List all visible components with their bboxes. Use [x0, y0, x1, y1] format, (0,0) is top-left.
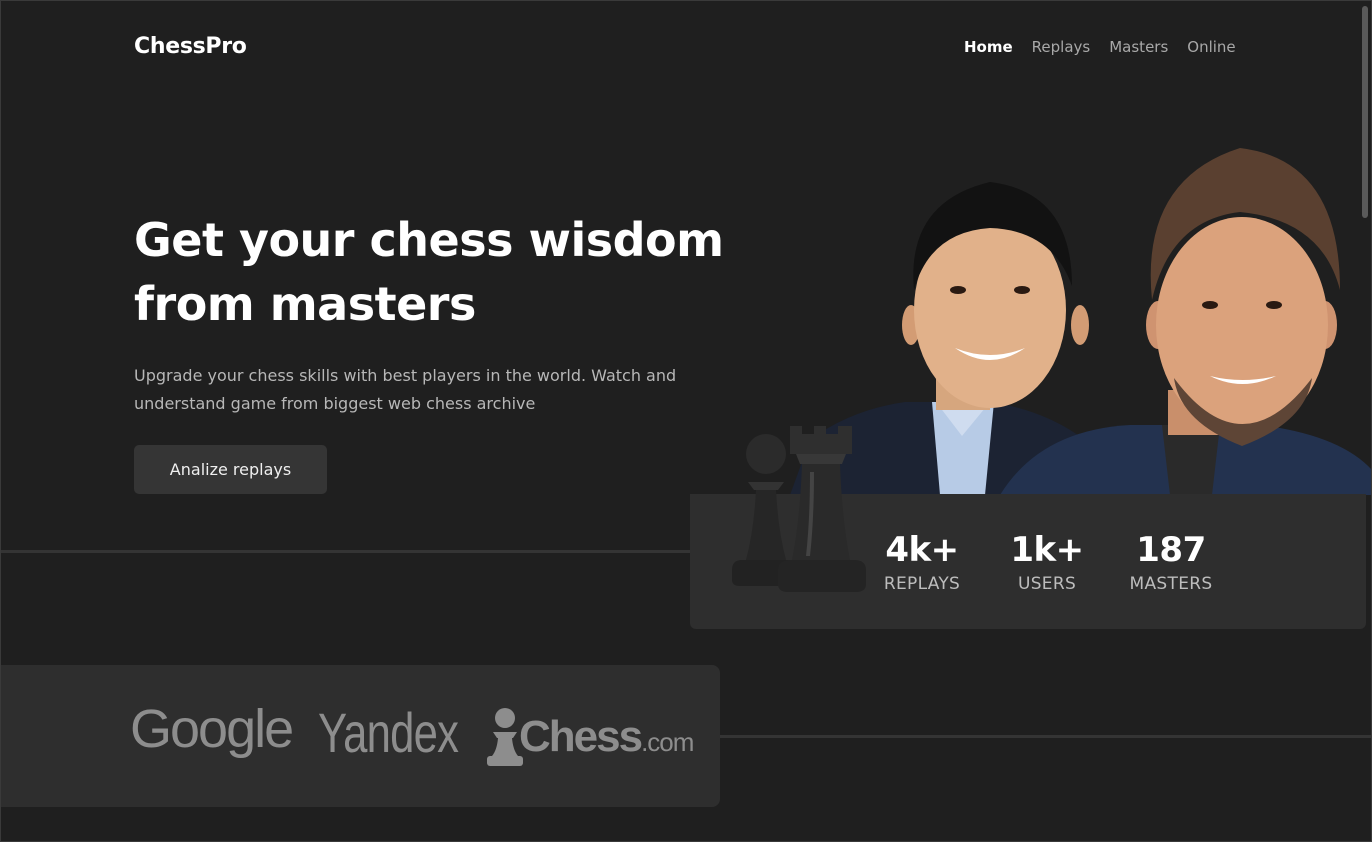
- stat-value: 1k+: [1010, 530, 1084, 570]
- main-nav: Home Replays Masters Online: [964, 38, 1236, 56]
- scrollbar[interactable]: [1362, 6, 1368, 218]
- stat-label: USERS: [1017, 574, 1077, 594]
- hero-title: Get your chess wisdom from masters: [134, 213, 724, 331]
- stat-masters: 187 MASTERS: [1116, 532, 1226, 594]
- chess-com-logo: Chess.com: [485, 706, 705, 768]
- stat-label: REPLAYS: [883, 574, 961, 594]
- divider-line: [0, 550, 700, 553]
- stat-users: 1k+ USERS: [992, 532, 1102, 594]
- chess-pieces-image: [732, 426, 866, 592]
- nav-online[interactable]: Online: [1187, 38, 1235, 56]
- google-logo: Google: [130, 699, 294, 759]
- yandex-logo: Yandex: [318, 701, 459, 764]
- chess-com-suffix: .com: [641, 727, 694, 757]
- nav-masters[interactable]: Masters: [1109, 38, 1168, 56]
- stat-replays: 4k+ REPLAYS: [867, 532, 977, 594]
- hero-subtitle: Upgrade your chess skills with best play…: [134, 366, 677, 413]
- stat-label: MASTERS: [1129, 574, 1213, 594]
- brand-logo[interactable]: ChessPro: [134, 34, 247, 59]
- chess-com-text: Chess: [519, 712, 643, 761]
- stat-value: 4k+: [885, 530, 959, 570]
- analyze-replays-button[interactable]: Analize replays: [134, 445, 327, 494]
- stat-value: 187: [1136, 530, 1206, 570]
- divider-line: [715, 735, 1372, 738]
- nav-home[interactable]: Home: [964, 38, 1013, 56]
- nav-replays[interactable]: Replays: [1032, 38, 1091, 56]
